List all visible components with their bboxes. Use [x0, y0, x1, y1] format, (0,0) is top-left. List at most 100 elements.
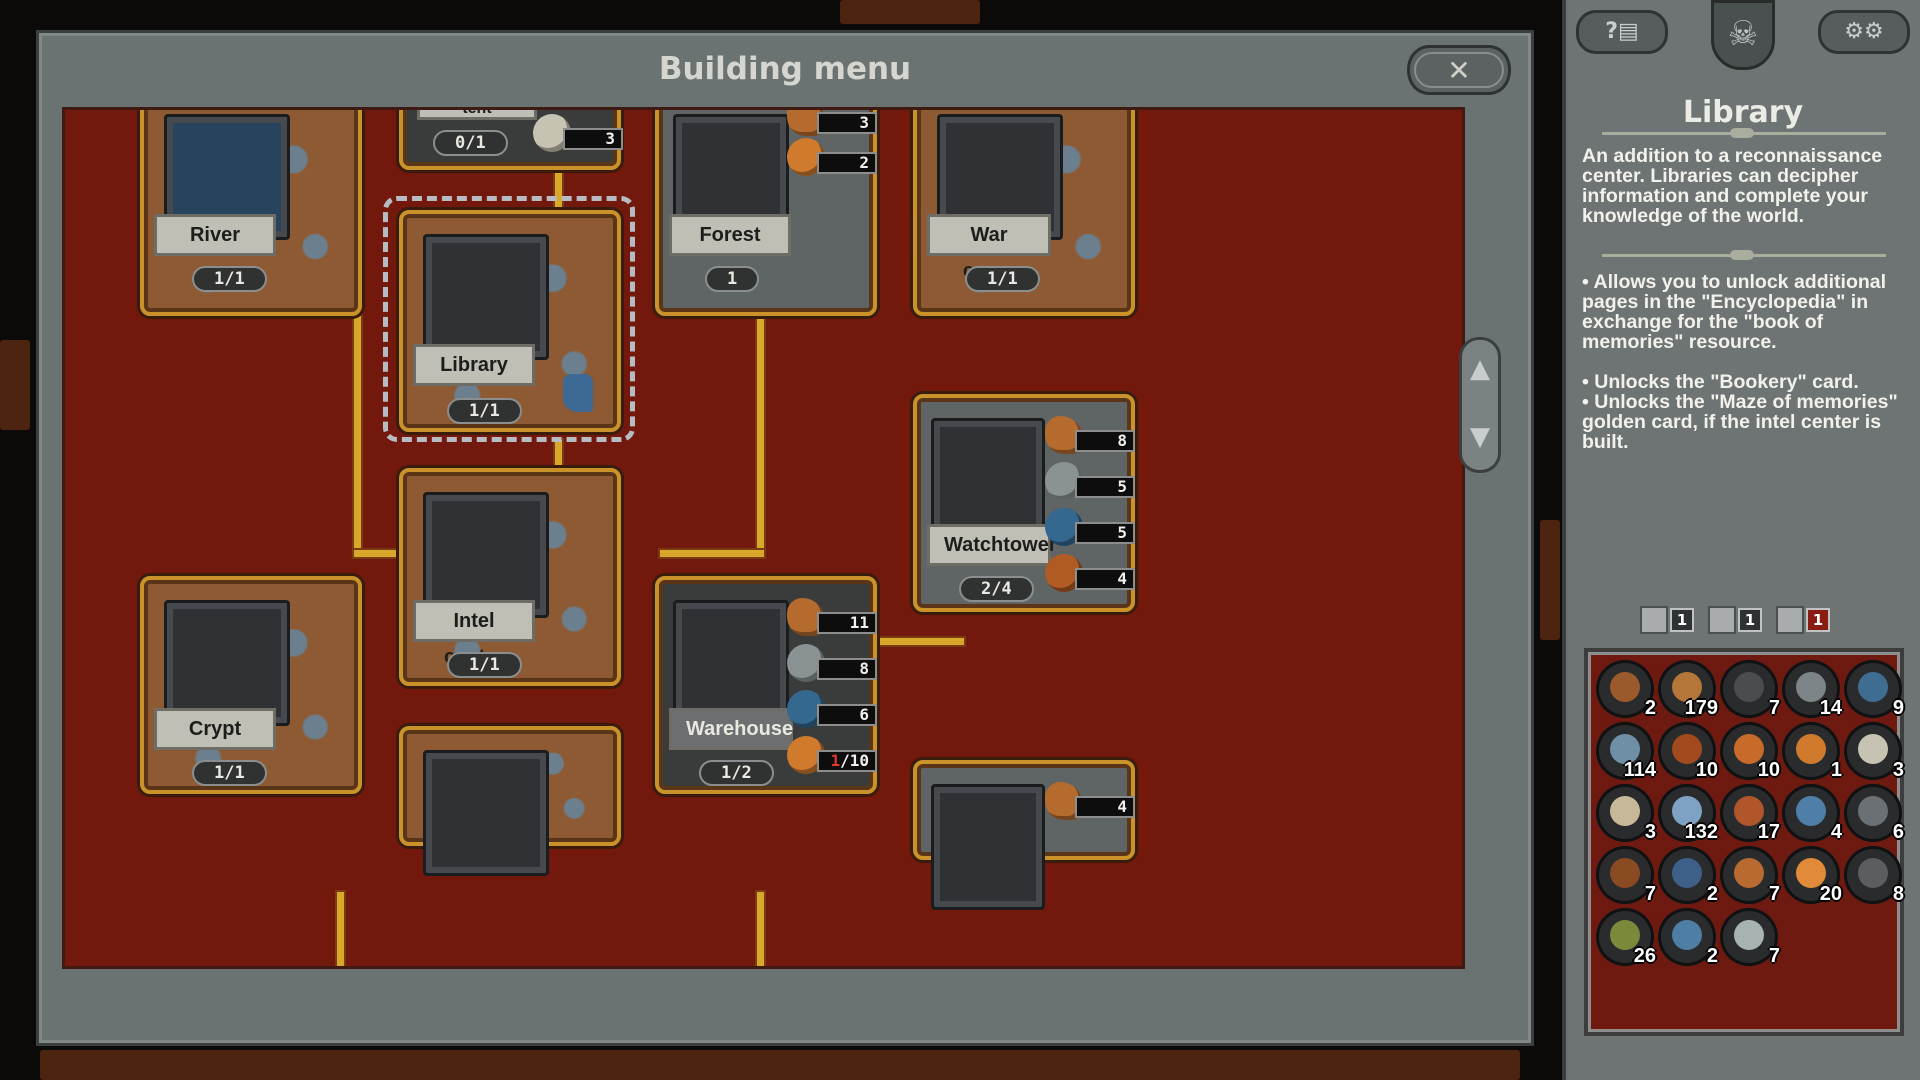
inventory-slot[interactable]: 132 [1658, 784, 1718, 843]
encyclopedia-button[interactable]: ?▤ [1576, 10, 1668, 54]
inventory-slot[interactable]: 26 [1596, 908, 1656, 967]
library-illustration [423, 234, 549, 360]
resource-icon [1796, 796, 1826, 826]
inventory-slot[interactable]: 2 [1596, 660, 1656, 719]
amount-have: 1 [830, 751, 841, 770]
resource-quantity: 2 [1706, 945, 1718, 967]
resource-quantity: 14 [1819, 697, 1842, 719]
tab-count: 1 [1806, 608, 1830, 632]
card-label: Forest [669, 214, 791, 256]
resource-quantity: 26 [1633, 945, 1656, 967]
requirement-amount: 3 [563, 128, 623, 150]
building-card-river[interactable]: River 1/1 [140, 110, 362, 316]
resource-quantity: 10 [1695, 759, 1718, 781]
resource-icon [1858, 734, 1888, 764]
requirement-wood: 11 [787, 598, 887, 636]
requirement-ration: 4 [1045, 554, 1145, 592]
requirement-amount: 8 [817, 658, 877, 680]
inventory-slot[interactable]: 1 [1782, 722, 1842, 781]
card-label: Library [413, 344, 535, 386]
building-card-crypt[interactable]: Crypt 1/1 [140, 576, 362, 794]
card-label: War camp [927, 214, 1051, 282]
requirement-amount: 4 [1075, 568, 1135, 590]
resource-icon [1610, 796, 1640, 826]
inventory-slot[interactable]: 4 [1782, 784, 1842, 843]
building-card-forest[interactable]: Forest 1 3 2 [655, 110, 877, 316]
inventory-slot[interactable]: 7 [1596, 846, 1656, 905]
resource-icon [1734, 672, 1764, 702]
inventory-slot[interactable]: 9 [1844, 660, 1904, 719]
building-card-intel-center[interactable]: Intel center 1/1 [399, 468, 621, 686]
inventory-slot[interactable]: 10 [1658, 722, 1718, 781]
requirement-orb: 5 [1045, 508, 1145, 546]
info-bullet: • Unlocks the "Bookery" card. [1582, 371, 1859, 393]
building-card-warehouse[interactable]: Warehouse 1/2 11 8 6 1/10 [655, 576, 877, 794]
tab-count: 1 [1738, 608, 1762, 632]
requirement-stone: 8 [787, 644, 887, 682]
resource-quantity: 3 [1892, 759, 1904, 781]
scroll-up-button[interactable]: ▲ [1462, 354, 1498, 384]
connector [337, 892, 344, 966]
resource-quantity: 7 [1768, 883, 1780, 905]
inventory-slot[interactable]: 6 [1844, 784, 1904, 843]
building-card-war-camp[interactable]: War camp 1/1 [913, 110, 1135, 316]
card-count: 2/4 [959, 576, 1034, 602]
resource-quantity: 7 [1768, 945, 1780, 967]
amount-need: /10 [840, 751, 869, 770]
map-foliage [840, 0, 980, 24]
pointer-hand-icon [563, 374, 593, 412]
resource-icon [1610, 858, 1640, 888]
inventory-slot[interactable]: 7 [1720, 908, 1780, 967]
close-button[interactable]: ✕ [1407, 45, 1511, 95]
building-card-partial[interactable]: 4 [913, 760, 1135, 910]
inventory-slot[interactable]: 7 [1720, 660, 1780, 719]
inventory-slot[interactable]: 14 [1782, 660, 1842, 719]
map-foliage [40, 1050, 1520, 1080]
building-card-watchtower[interactable]: Watchtower 2/4 8 5 5 4 [913, 394, 1135, 612]
requirement-wood: 3 [787, 110, 887, 136]
building-card-library[interactable]: Library 1/1 [399, 210, 621, 432]
building-icon [1640, 606, 1668, 634]
building-tree[interactable]: River 1/1 tent 0/1 3 Forest 1 3 2 War 1/… [62, 107, 1465, 969]
scroll-down-button[interactable]: ▼ [1462, 422, 1498, 452]
resource-icon [1734, 858, 1764, 888]
inventory-slot[interactable]: 7 [1720, 846, 1780, 905]
building-card-partial[interactable] [399, 726, 621, 876]
inventory-slot[interactable]: 8 [1844, 846, 1904, 905]
card-count: 1 [705, 266, 760, 292]
map-foliage [0, 340, 30, 430]
inventory-slot[interactable]: 3 [1596, 784, 1656, 843]
card-label: Intel center [413, 600, 535, 668]
scroll-control: ▲ ▼ [1459, 337, 1501, 473]
inventory-slot[interactable]: 179 [1658, 660, 1718, 719]
inventory-slot[interactable]: 114 [1596, 722, 1656, 781]
requirement-amount: 5 [1075, 522, 1135, 544]
panel-top-bar: ?▤ ☠ ⚙⚙ [1566, 0, 1920, 72]
connector [757, 892, 764, 966]
resource-quantity: 132 [1684, 821, 1718, 843]
resource-quantity: 2 [1706, 883, 1718, 905]
requirement-orb: 2 [787, 138, 887, 176]
inventory-slot[interactable]: 10 [1720, 722, 1780, 781]
requirement-amount: 8 [1075, 430, 1135, 452]
card-count: 1/1 [965, 266, 1040, 292]
inventory-slot[interactable]: 3 [1844, 722, 1904, 781]
building-illustration [423, 750, 549, 876]
settings-button[interactable]: ⚙⚙ [1818, 10, 1910, 54]
requirement-skull: 3 [533, 114, 633, 152]
inventory-slot[interactable]: 17 [1720, 784, 1780, 843]
tile-icon [1776, 606, 1804, 634]
resource-icon [1858, 858, 1888, 888]
building-card-tent[interactable]: tent 0/1 3 [399, 110, 623, 170]
card-count: 1/1 [192, 266, 267, 292]
resource-quantity: 8 [1892, 883, 1904, 905]
inventory-slot[interactable]: 20 [1782, 846, 1842, 905]
map-foliage [1540, 520, 1560, 640]
resource-icon [1858, 796, 1888, 826]
creature-icon [1708, 606, 1736, 634]
tab-count: 1 [1670, 608, 1694, 632]
inventory-slot[interactable]: 2 [1658, 846, 1718, 905]
connector [757, 316, 764, 554]
inventory-slot[interactable]: 2 [1658, 908, 1718, 967]
card-label: tent [417, 110, 537, 120]
